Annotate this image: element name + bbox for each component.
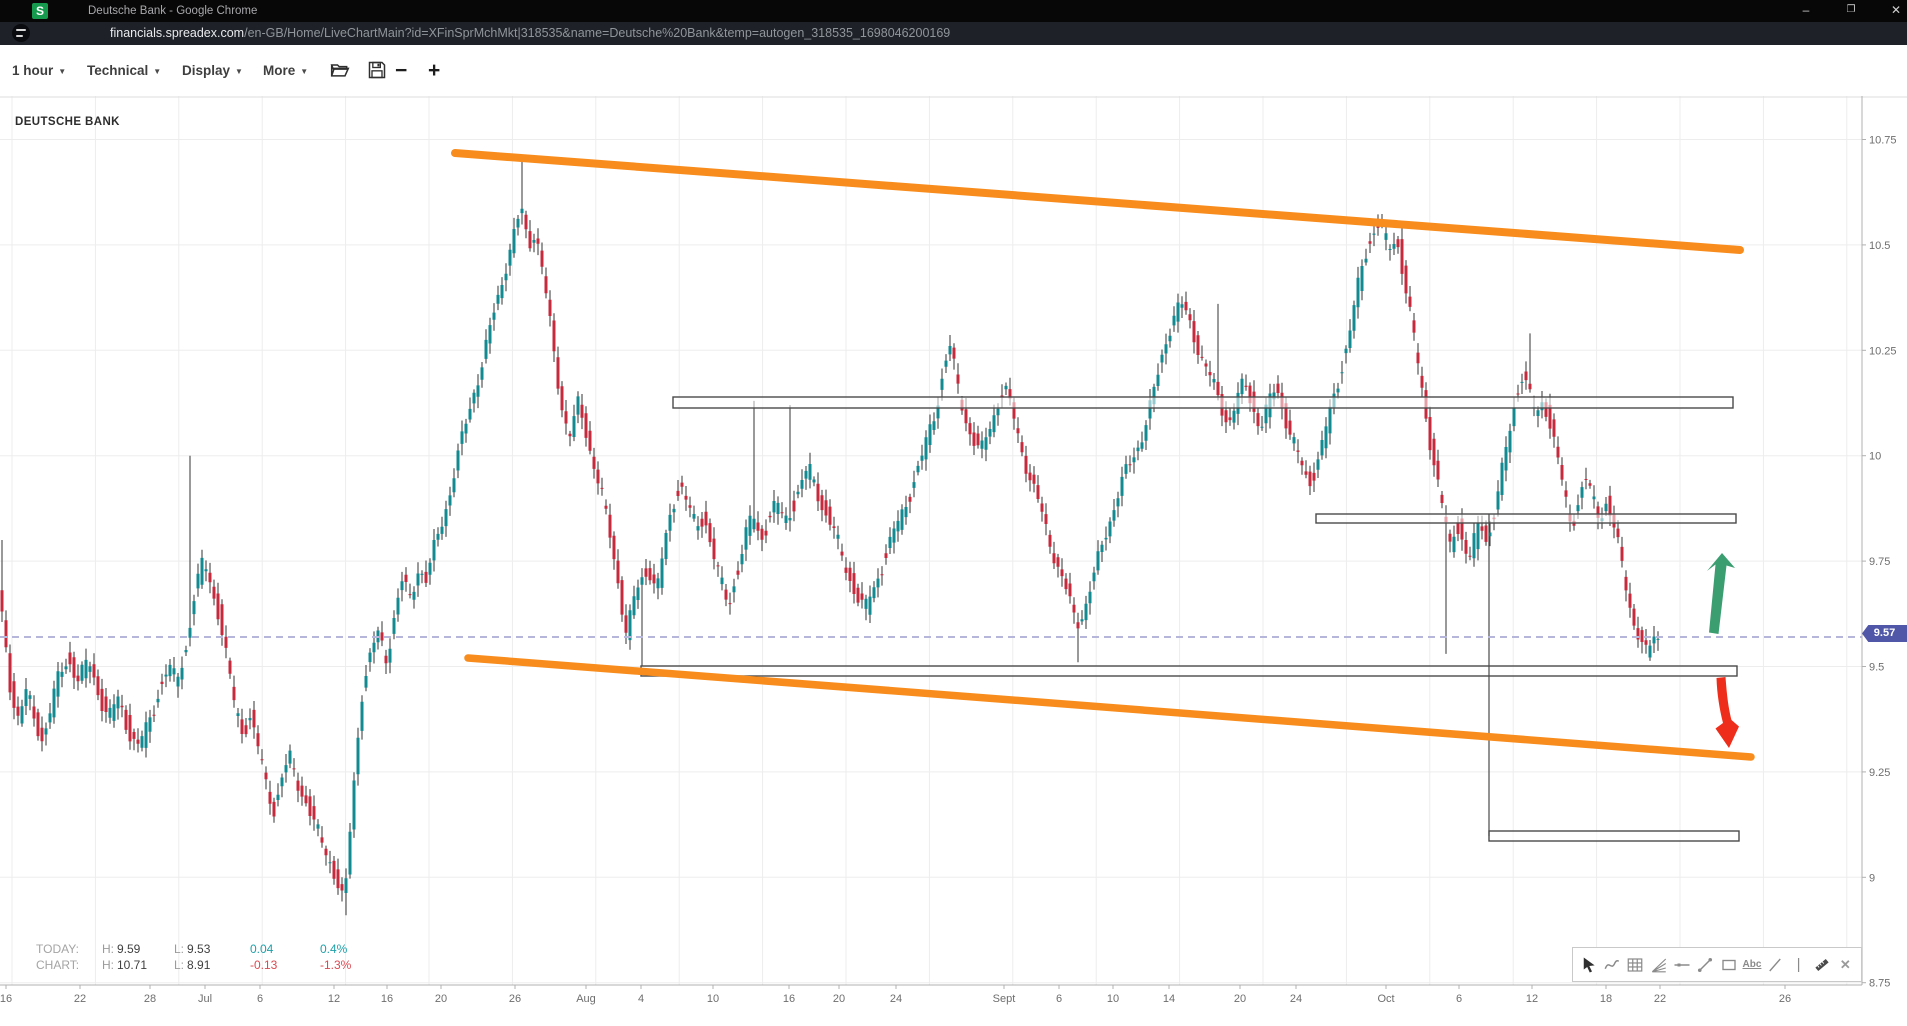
technical-dropdown[interactable]: Technical ▼ (87, 45, 161, 96)
svg-text:26: 26 (509, 993, 521, 1005)
rectangle-tool[interactable] (1717, 951, 1740, 979)
svg-text:9.5: 9.5 (1869, 662, 1884, 674)
scenario-arrows[interactable] (1707, 553, 1739, 748)
svg-text:16: 16 (381, 993, 393, 1005)
svg-text:9.25: 9.25 (1869, 767, 1890, 779)
stats-chart-row: CHART: H:10.71 L:8.91 -0.13 -1.3% (36, 957, 386, 973)
current-price-badge: 9.57 (1862, 625, 1907, 642)
svg-text:18: 18 (1600, 993, 1612, 1005)
svg-text:20: 20 (435, 993, 447, 1005)
svg-text:12: 12 (1526, 993, 1538, 1005)
drawing-toolbar: Abc | ✕ (1572, 947, 1862, 982)
candle-wicks (2, 156, 1658, 915)
chevron-down-icon: ▼ (58, 65, 66, 76)
svg-text:6: 6 (1456, 993, 1462, 1005)
close-button[interactable]: ✕ (1881, 0, 1907, 22)
svg-text:16: 16 (783, 993, 795, 1005)
svg-text:8.75: 8.75 (1869, 978, 1890, 990)
interval-dropdown[interactable]: 1 hour ▼ (12, 45, 66, 96)
stats-today-row: TODAY: H:9.59 L:9.53 0.04 0.4% (36, 941, 386, 957)
vertical-gridlines (12, 96, 1847, 985)
trend-line-tool[interactable] (1694, 951, 1717, 979)
chart-high: 10.71 (117, 958, 147, 972)
more-dropdown[interactable]: More ▼ (263, 45, 308, 96)
svg-text:Aug: Aug (576, 993, 596, 1005)
chart-low: 8.91 (187, 958, 210, 972)
chevron-down-icon: ▼ (235, 65, 243, 76)
svg-text:16: 16 (0, 993, 12, 1005)
window-title: Deutsche Bank - Google Chrome (88, 0, 257, 22)
svg-text:9: 9 (1869, 872, 1875, 884)
chart-change: -0.13 (250, 957, 316, 973)
price-chart[interactable]: 10.75 10.5 10.25 10 9.75 9.5 9.25 9 8.75 16 22 28 Ju… (0, 96, 1907, 1026)
svg-text:20: 20 (833, 993, 845, 1005)
session-stats: TODAY: H:9.59 L:9.53 0.04 0.4% CHART: H:… (36, 941, 386, 973)
display-dropdown[interactable]: Display ▼ (182, 45, 243, 96)
svg-text:24: 24 (1290, 993, 1302, 1005)
ruler-tool[interactable] (1810, 951, 1833, 979)
chart-toolbar: 1 hour ▼ Technical ▼ Display ▼ More ▼ − … (0, 45, 1907, 96)
zoom-in-button[interactable]: + (428, 45, 440, 96)
svg-text:10: 10 (1107, 993, 1119, 1005)
restore-button[interactable]: ❐ (1836, 0, 1866, 22)
svg-text:22: 22 (74, 993, 86, 1005)
chevron-down-icon: ▼ (300, 65, 308, 76)
open-folder-icon[interactable] (330, 60, 350, 80)
chart-change-pct: -1.3% (320, 957, 386, 973)
fib-grid-tool[interactable] (1624, 951, 1647, 979)
svg-text:10: 10 (1869, 451, 1881, 463)
today-change: 0.04 (250, 941, 316, 957)
horizontal-line-tool[interactable] (1670, 951, 1693, 979)
svg-text:10.75: 10.75 (1869, 135, 1897, 147)
candlesticks (1, 209, 1660, 893)
support-resistance-boxes[interactable] (641, 397, 1739, 841)
zoom-out-button[interactable]: − (395, 45, 407, 96)
axis-labels: 10.75 10.5 10.25 10 9.75 9.5 9.25 9 8.75 16 22 28 Ju… (0, 135, 1897, 1005)
svg-text:22: 22 (1654, 993, 1666, 1005)
pointer-tool[interactable] (1577, 951, 1600, 979)
svg-text:14: 14 (1163, 993, 1175, 1005)
window-titlebar: S Deutsche Bank - Google Chrome – ❐ ✕ (0, 0, 1907, 22)
svg-text:20: 20 (1234, 993, 1246, 1005)
fan-lines-tool[interactable] (1647, 951, 1670, 979)
diagonal-line-tool[interactable] (1764, 951, 1787, 979)
chevron-down-icon: ▼ (153, 65, 161, 76)
svg-text:28: 28 (144, 993, 156, 1005)
today-low: 9.53 (187, 942, 210, 956)
site-info-icon[interactable] (12, 24, 30, 42)
today-high: 9.59 (117, 942, 140, 956)
svg-text:12: 12 (328, 993, 340, 1005)
svg-text:6: 6 (1056, 993, 1062, 1005)
minimize-button[interactable]: – (1791, 0, 1821, 22)
url-bar[interactable]: financials.spreadex.com/en-GB/Home/LiveC… (0, 22, 1907, 45)
address-text[interactable]: financials.spreadex.com/en-GB/Home/LiveC… (110, 22, 950, 45)
url-domain: financials.spreadex.com (110, 26, 244, 40)
svg-text:10: 10 (707, 993, 719, 1005)
toolbar-separator: | (1787, 951, 1810, 979)
text-tool[interactable]: Abc (1740, 951, 1763, 979)
svg-text:26: 26 (1779, 993, 1791, 1005)
today-change-pct: 0.4% (320, 941, 386, 957)
browser-window: S Deutsche Bank - Google Chrome – ❐ ✕ fi… (0, 0, 1907, 1026)
chart-canvas[interactable]: 10.75 10.5 10.25 10 9.75 9.5 9.25 9 8.75 16 22 28 Ju… (0, 96, 1907, 1026)
svg-text:Oct: Oct (1377, 993, 1394, 1005)
svg-text:6: 6 (257, 993, 263, 1005)
save-icon[interactable] (367, 60, 387, 80)
delete-drawing-tool[interactable]: ✕ (1834, 951, 1857, 979)
svg-text:10.5: 10.5 (1869, 240, 1890, 252)
svg-text:4: 4 (638, 993, 644, 1005)
svg-text:Jul: Jul (198, 993, 212, 1005)
curve-tool[interactable] (1600, 951, 1623, 979)
svg-text:24: 24 (890, 993, 902, 1005)
instrument-title: DEUTSCHE BANK (15, 116, 120, 128)
svg-text:Sept: Sept (993, 993, 1016, 1005)
spreadex-favicon: S (32, 3, 48, 19)
axes (0, 96, 1907, 989)
svg-text:9.75: 9.75 (1869, 556, 1890, 568)
horizontal-gridlines (0, 140, 1862, 983)
url-path: /en-GB/Home/LiveChartMain?id=XFinSprMchM… (244, 26, 950, 40)
svg-text:10.25: 10.25 (1869, 345, 1897, 357)
